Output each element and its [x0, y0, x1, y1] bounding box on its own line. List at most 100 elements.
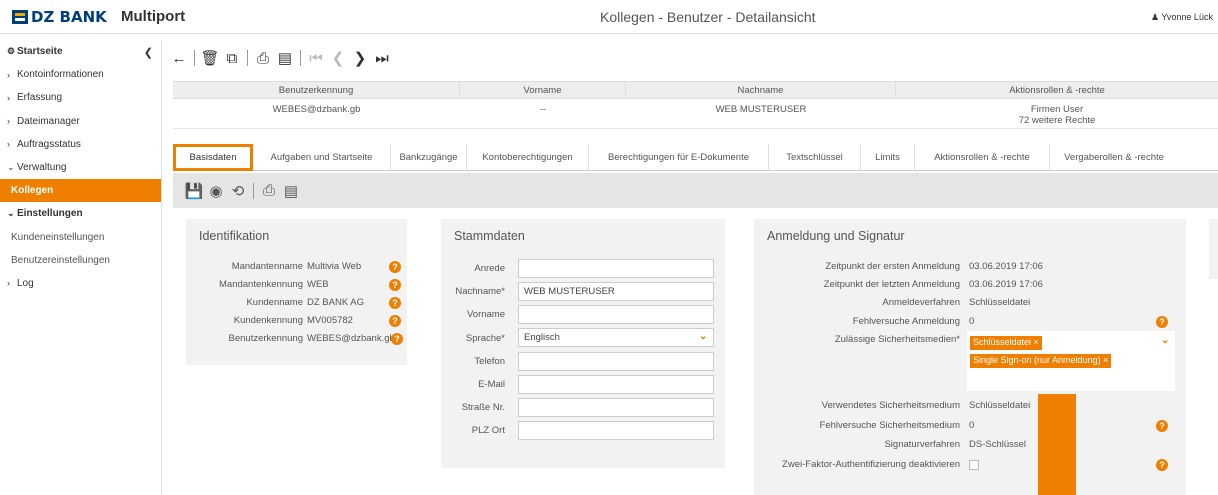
pdf-icon[interactable]: ⎙	[252, 50, 274, 67]
sidebar-item-erfassung[interactable]: › Erfassung	[0, 86, 161, 109]
help-icon[interactable]: ?	[1156, 459, 1168, 471]
chevron-down-icon[interactable]: ⌄	[699, 331, 707, 342]
field-label: E-Mail	[478, 379, 505, 390]
field-label: Mandantenkennung	[219, 279, 303, 290]
last-page-icon[interactable]: ⏭	[371, 50, 393, 67]
tab-vergaberollen[interactable]: Vergaberollen & -rechte	[1050, 144, 1178, 171]
field-value: 0	[969, 420, 975, 431]
panel-partial	[1209, 219, 1218, 279]
help-icon[interactable]: ?	[1156, 316, 1168, 328]
copy-icon[interactable]: ⧉	[221, 50, 243, 67]
sidebar-item-benutzereinstellungen[interactable]: Benutzereinstellungen	[0, 249, 161, 272]
field-label: Benutzerkennung	[228, 333, 303, 344]
chevron-down-icon: ⌄	[7, 162, 15, 173]
field-value: WEB	[307, 279, 329, 290]
cell-vorname: --	[539, 104, 547, 115]
anrede-input[interactable]	[518, 259, 714, 278]
help-icon[interactable]: ?	[389, 297, 401, 309]
chevron-right-icon: ›	[7, 139, 10, 150]
sidebar-item-einstellungen[interactable]: ⌄ Einstellungen	[0, 202, 161, 225]
sidebar: ❮ ⚙ Startseite › Kontoinformationen › Erfas…	[0, 40, 162, 495]
trash-icon[interactable]: 🗑	[199, 49, 221, 67]
form-content: Identifikation Mandantenname Multivia We…	[173, 208, 1218, 495]
vorname-input[interactable]	[518, 305, 714, 324]
page-title: Kollegen - Benutzer - Detailansicht	[600, 9, 816, 25]
help-icon[interactable]: ?	[389, 261, 401, 273]
dz-bank-logo[interactable]: DZ BANK	[12, 8, 107, 26]
field-value: 0	[969, 316, 975, 327]
help-icon[interactable]: ?	[389, 279, 401, 291]
chevron-right-icon: ›	[7, 69, 10, 80]
help-icon[interactable]: ?	[391, 333, 403, 345]
sidebar-item-auftragsstatus[interactable]: › Auftragsstatus	[0, 133, 161, 156]
field-value: 03.06.2019 17:06	[969, 279, 1043, 290]
panel-title: Anmeldung und Signatur	[767, 229, 905, 243]
cell-nachname: WEB MUSTERUSER	[715, 104, 807, 115]
sidebar-item-label: Kollegen	[11, 185, 54, 197]
sidebar-item-kundeneinstellungen[interactable]: Kundeneinstellungen	[0, 226, 161, 249]
plz-ort-input[interactable]	[518, 421, 714, 440]
divider	[194, 50, 195, 66]
tag-schluesseldatei[interactable]: Schlüsseldatei ×	[970, 336, 1042, 350]
chevron-right-icon: ›	[7, 278, 10, 289]
sprache-select[interactable]: Englisch	[518, 328, 714, 347]
nachname-input[interactable]: WEB MUSTERUSER	[518, 282, 714, 301]
panel-title: Stammdaten	[454, 229, 525, 243]
home-icon: ⚙	[7, 46, 16, 57]
divider	[300, 50, 301, 66]
eye-icon[interactable]: ◉	[205, 182, 227, 200]
previous-icon[interactable]: ❮	[327, 49, 349, 67]
sidebar-item-label: Auftragsstatus	[17, 138, 81, 150]
undo-icon[interactable]: ⟲	[227, 182, 249, 200]
sidebar-item-kollegen[interactable]: Kollegen	[0, 179, 161, 203]
pdf-icon[interactable]: ⎙	[258, 182, 280, 199]
field-label: Verwendetes Sicherheitsmedium	[821, 400, 960, 411]
tab-kontoberechtigungen[interactable]: Kontoberechtigungen	[467, 144, 589, 171]
sidebar-item-label: Dateimanager	[17, 115, 80, 127]
strasse-input[interactable]	[518, 398, 714, 417]
tab-textschluessel[interactable]: Textschlüssel	[769, 144, 861, 171]
sidebar-item-dateimanager[interactable]: › Dateimanager	[0, 110, 161, 133]
back-arrow-icon[interactable]: ←	[168, 50, 190, 67]
document-icon[interactable]: ▤	[280, 182, 302, 200]
app-name: Multiport	[121, 8, 186, 25]
tab-aktionsrollen[interactable]: Aktionsrollen & -rechte	[915, 144, 1050, 171]
table-row[interactable]: WEBES@dzbank.gb -- WEB MUSTERUSER Firmen…	[173, 99, 1218, 129]
chevron-right-icon: ›	[7, 92, 10, 103]
tag-single-sign-on[interactable]: Single Sign-on (nur Anmeldung) ×	[970, 354, 1112, 368]
next-icon[interactable]: ❯	[349, 49, 371, 67]
tab-bankzugaenge[interactable]: Bankzugänge	[391, 144, 467, 171]
collapse-sidebar-icon[interactable]: ❮	[144, 46, 153, 59]
chevron-down-icon[interactable]: ⌄	[1161, 335, 1169, 346]
field-label: Nachname*	[455, 286, 505, 297]
sidebar-item-label: Startseite	[17, 46, 63, 58]
panel-stammdaten: Stammdaten Anrede Nachname* WEB MUSTERUS…	[441, 219, 725, 468]
tab-bar: Basisdaten Aufgaben und Startseite Bankz…	[173, 144, 1218, 171]
sidebar-item-label: Benutzereinstellungen	[11, 254, 110, 266]
tab-limits[interactable]: Limits	[861, 144, 915, 171]
tab-aufgaben[interactable]: Aufgaben und Startseite	[253, 144, 391, 171]
help-icon[interactable]: ?	[389, 315, 401, 327]
user-name: Yvonne Lück	[1161, 12, 1213, 22]
chevron-down-icon: ⌄	[7, 208, 15, 219]
zweifaktor-checkbox[interactable]	[969, 460, 979, 470]
field-label: Fehlversuche Sicherheitsmedium	[819, 420, 960, 431]
tab-basisdaten[interactable]: Basisdaten	[173, 144, 253, 171]
sidebar-item-label: Erfassung	[17, 92, 63, 104]
user-menu[interactable]: ♟ Yvonne Lück	[1151, 12, 1213, 23]
telefon-input[interactable]	[518, 352, 714, 371]
field-label: Zeitpunkt der letzten Anmeldung	[823, 279, 960, 290]
sidebar-item-verwaltung[interactable]: ⌄ Verwaltung	[0, 156, 161, 179]
help-icon[interactable]: ?	[1156, 420, 1168, 432]
tab-e-dokumente[interactable]: Berechtigungen für E-Dokumente	[589, 144, 769, 171]
sidebar-item-startseite[interactable]: ⚙ Startseite	[0, 40, 161, 63]
document-icon[interactable]: ▤	[274, 49, 296, 67]
email-input[interactable]	[518, 375, 714, 394]
save-icon[interactable]: 💾	[183, 182, 205, 200]
form-toolbar: 💾 ◉ ⟲ ⎙ ▤	[173, 173, 1218, 208]
first-page-icon[interactable]: ⏮	[305, 50, 327, 67]
sidebar-item-kontoinformationen[interactable]: › Kontoinformationen	[0, 63, 161, 86]
sidebar-item-log[interactable]: › Log	[0, 272, 161, 295]
field-label: Signaturverfahren	[884, 439, 960, 450]
user-icon: ♟	[1151, 12, 1162, 22]
